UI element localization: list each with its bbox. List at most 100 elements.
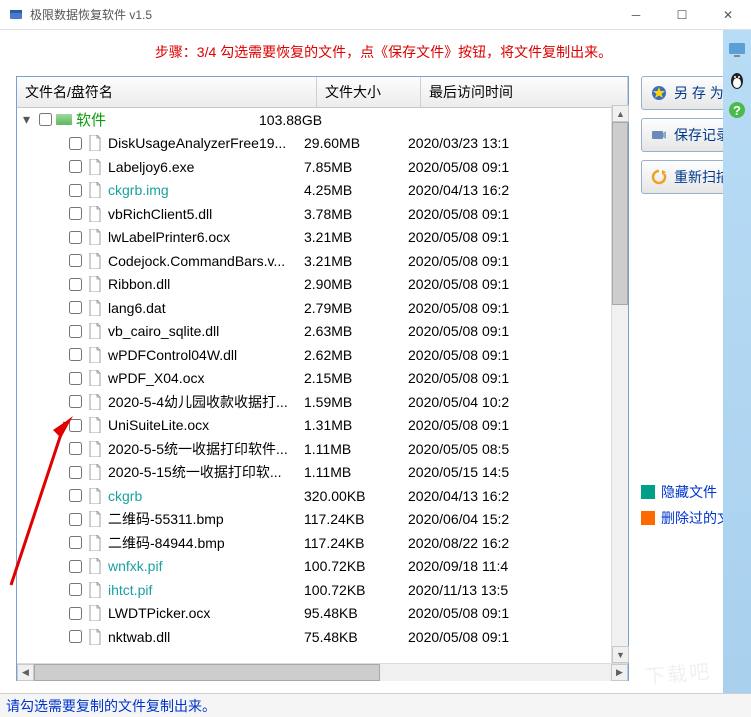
file-size: 117.24KB	[304, 535, 408, 551]
file-row[interactable]: vb_cairo_sqlite.dll2.63MB2020/05/08 09:1	[17, 320, 628, 344]
file-checkbox[interactable]	[69, 630, 82, 643]
scroll-up-button[interactable]: ▲	[612, 105, 629, 122]
root-row[interactable]: ▾ 软件 103.88GB	[17, 108, 628, 132]
app-icon	[8, 7, 24, 23]
root-checkbox[interactable]	[39, 113, 52, 126]
file-date: 2020/05/15 14:5	[408, 464, 628, 480]
monitor-icon[interactable]	[727, 40, 747, 60]
penguin-icon[interactable]	[727, 70, 747, 90]
file-date: 2020/05/08 09:1	[408, 229, 628, 245]
horizontal-scrollbar[interactable]: ◀ ▶	[17, 663, 628, 680]
file-row[interactable]: lang6.dat2.79MB2020/05/08 09:1	[17, 296, 628, 320]
file-row[interactable]: Ribbon.dll2.90MB2020/05/08 09:1	[17, 273, 628, 297]
file-size: 2.62MB	[304, 347, 408, 363]
window-title: 极限数据恢复软件 v1.5	[30, 6, 613, 23]
file-size: 2.90MB	[304, 276, 408, 292]
file-date: 2020/05/04 10:2	[408, 394, 628, 410]
column-header-size[interactable]: 文件大小	[317, 77, 421, 107]
vertical-scrollbar[interactable]: ▲ ▼	[611, 105, 628, 663]
file-icon	[88, 582, 102, 598]
file-row[interactable]: wPDFControl04W.dll2.62MB2020/05/08 09:1	[17, 343, 628, 367]
file-row[interactable]: ckgrb.img4.25MB2020/04/13 16:2	[17, 179, 628, 203]
file-row[interactable]: ckgrb320.00KB2020/04/13 16:2	[17, 484, 628, 508]
file-row[interactable]: ihtct.pif100.72KB2020/11/13 13:5	[17, 578, 628, 602]
file-checkbox[interactable]	[69, 419, 82, 432]
file-icon	[88, 182, 102, 198]
file-checkbox[interactable]	[69, 607, 82, 620]
file-row[interactable]: Codejock.CommandBars.v...3.21MB2020/05/0…	[17, 249, 628, 273]
file-checkbox[interactable]	[69, 137, 82, 150]
file-checkbox[interactable]	[69, 254, 82, 267]
file-icon	[88, 206, 102, 222]
file-checkbox[interactable]	[69, 325, 82, 338]
file-name: DiskUsageAnalyzerFree19...	[108, 135, 304, 151]
column-header-date[interactable]: 最后访问时间	[421, 77, 628, 107]
scroll-left-button[interactable]: ◀	[17, 664, 34, 681]
root-name: 软件	[76, 109, 106, 130]
file-checkbox[interactable]	[69, 513, 82, 526]
file-name: 2020-5-5统一收据打印软件...	[108, 439, 304, 459]
file-checkbox[interactable]	[69, 442, 82, 455]
file-list[interactable]: ▾ 软件 103.88GB DiskUsageAnalyzerFree19...…	[17, 108, 628, 663]
file-row[interactable]: vbRichClient5.dll3.78MB2020/05/08 09:1	[17, 202, 628, 226]
file-row[interactable]: wnfxk.pif100.72KB2020/09/18 11:4	[17, 555, 628, 579]
file-row[interactable]: 二维码-84944.bmp117.24KB2020/08/22 16:2	[17, 531, 628, 555]
refresh-icon	[650, 168, 668, 186]
file-checkbox[interactable]	[69, 207, 82, 220]
file-row[interactable]: nktwab.dll75.48KB2020/05/08 09:1	[17, 625, 628, 649]
collapse-icon[interactable]: ▾	[23, 111, 37, 128]
file-row[interactable]: 2020-5-4幼儿园收款收据打...1.59MB2020/05/04 10:2	[17, 390, 628, 414]
scroll-down-button[interactable]: ▼	[612, 646, 629, 663]
help-icon[interactable]: ?	[727, 100, 747, 120]
edge-toolbar: ?	[723, 30, 751, 717]
file-name: 2020-5-4幼儿园收款收据打...	[108, 392, 304, 412]
file-checkbox[interactable]	[69, 560, 82, 573]
file-icon	[88, 558, 102, 574]
column-header-name[interactable]: 文件名/盘符名	[17, 77, 317, 107]
file-name: LWDTPicker.ocx	[108, 605, 304, 621]
file-row[interactable]: LWDTPicker.ocx95.48KB2020/05/08 09:1	[17, 602, 628, 626]
file-checkbox[interactable]	[69, 372, 82, 385]
drive-icon	[56, 114, 72, 125]
file-row[interactable]: DiskUsageAnalyzerFree19...29.60MB2020/03…	[17, 132, 628, 156]
vscroll-thumb[interactable]	[612, 122, 628, 305]
file-checkbox[interactable]	[69, 184, 82, 197]
file-icon	[88, 135, 102, 151]
hscroll-thumb[interactable]	[34, 664, 380, 681]
file-checkbox[interactable]	[69, 231, 82, 244]
file-row[interactable]: 2020-5-5统一收据打印软件...1.11MB2020/05/05 08:5	[17, 437, 628, 461]
file-date: 2020/08/22 16:2	[408, 535, 628, 551]
maximize-button[interactable]: ☐	[659, 0, 705, 30]
file-checkbox[interactable]	[69, 489, 82, 502]
file-row[interactable]: 二维码-55311.bmp117.24KB2020/06/04 15:2	[17, 508, 628, 532]
file-date: 2020/05/08 09:1	[408, 605, 628, 621]
file-icon	[88, 464, 102, 480]
file-date: 2020/06/04 15:2	[408, 511, 628, 527]
file-row[interactable]: wPDF_X04.ocx2.15MB2020/05/08 09:1	[17, 367, 628, 391]
file-icon	[88, 511, 102, 527]
file-date: 2020/05/08 09:1	[408, 323, 628, 339]
file-row[interactable]: lwLabelPrinter6.ocx3.21MB2020/05/08 09:1	[17, 226, 628, 250]
file-checkbox[interactable]	[69, 301, 82, 314]
file-row[interactable]: Labeljoy6.exe7.85MB2020/05/08 09:1	[17, 155, 628, 179]
close-button[interactable]: ✕	[705, 0, 751, 30]
file-size: 2.15MB	[304, 370, 408, 386]
file-icon	[88, 253, 102, 269]
file-row[interactable]: 2020-5-15统一收据打印软...1.11MB2020/05/15 14:5	[17, 461, 628, 485]
file-name: wnfxk.pif	[108, 558, 304, 574]
file-checkbox[interactable]	[69, 395, 82, 408]
scroll-right-button[interactable]: ▶	[611, 664, 628, 681]
minimize-button[interactable]: ─	[613, 0, 659, 30]
file-row[interactable]: UniSuiteLite.ocx1.31MB2020/05/08 09:1	[17, 414, 628, 438]
file-checkbox[interactable]	[69, 348, 82, 361]
table-header: 文件名/盘符名 文件大小 最后访问时间	[17, 77, 628, 108]
file-checkbox[interactable]	[69, 278, 82, 291]
file-date: 2020/05/08 09:1	[408, 370, 628, 386]
file-checkbox[interactable]	[69, 466, 82, 479]
file-checkbox[interactable]	[69, 160, 82, 173]
file-checkbox[interactable]	[69, 583, 82, 596]
file-date: 2020/05/08 09:1	[408, 300, 628, 316]
file-checkbox[interactable]	[69, 536, 82, 549]
file-icon	[88, 535, 102, 551]
file-icon	[88, 441, 102, 457]
